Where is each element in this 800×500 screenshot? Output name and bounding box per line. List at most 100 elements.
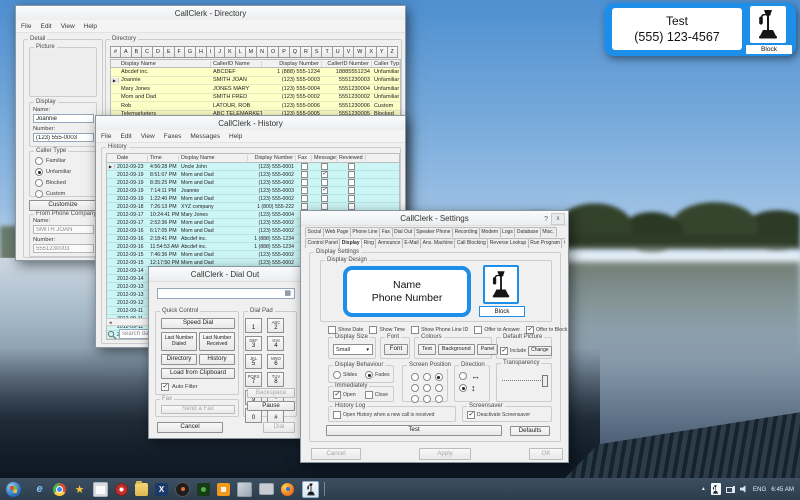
cell-reviewed[interactable] xyxy=(337,187,366,194)
clock[interactable]: 6:45 AM xyxy=(771,486,794,493)
last-number-dialed-button[interactable]: Last Number Dialed xyxy=(161,332,197,351)
cell-message[interactable] xyxy=(312,203,337,210)
taskbar-app-icon[interactable] xyxy=(73,483,86,496)
cell-fax[interactable] xyxy=(296,179,312,186)
taskbar-app-icon[interactable] xyxy=(155,483,168,496)
directory-row[interactable]: ▶ Joannie SMITH JOAN (123) 555-0003 5551… xyxy=(111,77,400,86)
directory-row[interactable]: Rob LATOUR, ROB (123) 555-0006 555123000… xyxy=(111,102,400,111)
taskbar-app-icon[interactable] xyxy=(217,483,230,496)
directory-row[interactable]: Mary Jones JONES MARY (123) 555-0004 555… xyxy=(111,85,400,94)
settings-tab[interactable]: Ans. Machine xyxy=(420,238,455,248)
directory-button[interactable]: Directory xyxy=(161,354,197,365)
option-checkbox[interactable]: Show Time xyxy=(369,326,405,334)
settings-tab[interactable]: Database xyxy=(514,227,540,237)
dialpad-key[interactable]: JKL 5 xyxy=(245,354,262,369)
cell-fax[interactable] xyxy=(296,171,312,178)
change-button[interactable]: Change xyxy=(528,346,552,356)
cell-message[interactable] xyxy=(312,171,337,178)
open-history-checkbox[interactable]: Open History when a new call is received xyxy=(333,411,434,419)
cell-fax[interactable] xyxy=(296,203,312,210)
settings-tab[interactable]: Outlook xyxy=(561,238,565,248)
taskbar-app-icon[interactable] xyxy=(115,483,128,496)
ok-button[interactable]: OK xyxy=(529,448,563,460)
caller-type-radio[interactable]: Blocked xyxy=(35,179,71,187)
menu-item[interactable]: Edit xyxy=(40,23,51,30)
message-checkbox[interactable] xyxy=(321,163,328,170)
history-row[interactable]: 2012-09-19 1:22:40 PM Mom and Dad (123) … xyxy=(107,195,399,203)
reviewed-checkbox[interactable] xyxy=(348,179,355,186)
col-display-number[interactable]: Display Number xyxy=(262,61,322,67)
directory-row[interactable]: Abcdef inc. ABCDEF 1 (888) 555-1234 1888… xyxy=(111,68,400,77)
settings-tab[interactable]: Logs xyxy=(500,227,516,237)
load-from-clipboard-button[interactable]: Load from Clipboard xyxy=(161,368,235,379)
screen-position-radio[interactable] xyxy=(411,384,419,392)
col-caller-type[interactable]: Caller Type xyxy=(372,61,400,67)
direction-radio[interactable]: ↕ xyxy=(459,384,480,392)
cell-reviewed[interactable] xyxy=(337,163,366,170)
menu-item[interactable]: File xyxy=(101,133,111,140)
direction-radio[interactable]: ↔ xyxy=(459,372,480,380)
screen-position-radio[interactable] xyxy=(435,395,443,403)
screen-position-radio[interactable] xyxy=(423,373,431,381)
taskbar-app-icon[interactable] xyxy=(33,483,46,496)
settings-tab[interactable]: Web Page xyxy=(323,227,351,237)
display-name-input[interactable] xyxy=(33,114,94,123)
reviewed-checkbox[interactable] xyxy=(348,171,355,178)
cell-message[interactable] xyxy=(312,163,337,170)
transparency-slider-thumb[interactable] xyxy=(542,375,548,387)
dialpad-key[interactable]: 1 xyxy=(245,318,262,333)
message-checkbox[interactable] xyxy=(321,179,328,186)
cell-fax[interactable] xyxy=(296,163,312,170)
menu-item[interactable]: View xyxy=(141,133,155,140)
cell-fax[interactable] xyxy=(296,195,312,202)
dial-button[interactable]: Dial xyxy=(263,422,295,433)
colour-button[interactable]: Text xyxy=(418,344,436,355)
dialpad-key[interactable]: ABC 2 xyxy=(267,318,284,333)
fax-checkbox[interactable] xyxy=(301,163,308,170)
history-row[interactable]: ▶ 2012-09-23 4:56:28 PM Uncle John (123)… xyxy=(107,163,399,171)
dial-number-input[interactable] xyxy=(157,288,295,299)
settings-tab[interactable]: Social xyxy=(305,227,324,237)
col-date[interactable]: Date xyxy=(115,155,148,161)
menu-item[interactable]: Messages xyxy=(190,133,220,140)
network-icon[interactable] xyxy=(726,485,735,494)
dialpad-key[interactable]: PQRS 7 xyxy=(245,372,262,387)
taskbar-app-icon[interactable] xyxy=(197,483,210,496)
cell-message[interactable] xyxy=(312,187,337,194)
fax-checkbox[interactable] xyxy=(301,195,308,202)
behaviour-radio[interactable]: Slides xyxy=(333,371,357,379)
col-reviewed[interactable]: Reviewed xyxy=(337,155,366,161)
menu-item[interactable]: Help xyxy=(84,23,97,30)
settings-tab[interactable]: Reverse Lookup xyxy=(487,238,528,248)
cell-reviewed[interactable] xyxy=(337,179,366,186)
option-checkbox[interactable]: Offer to Block xyxy=(526,326,567,334)
menu-item[interactable]: Edit xyxy=(120,133,131,140)
customize-button[interactable]: Customize xyxy=(29,200,97,211)
taskbar-app-icon[interactable] xyxy=(237,482,252,497)
caller-type-radio[interactable]: Custom xyxy=(35,190,71,198)
taskbar-app-icon[interactable] xyxy=(93,482,108,497)
message-checkbox[interactable] xyxy=(321,171,328,178)
col-fax[interactable]: Fax xyxy=(296,155,312,161)
caller-type-radio[interactable]: Familiar xyxy=(35,157,71,165)
reviewed-checkbox[interactable] xyxy=(348,187,355,194)
taskbar-app-icon[interactable] xyxy=(175,482,190,497)
cell-reviewed[interactable] xyxy=(337,203,366,210)
directory-titlebar[interactable]: CallClerk - Directory xyxy=(16,6,405,21)
close-checkbox[interactable]: Close xyxy=(365,391,388,399)
settings-tab[interactable]: Ring xyxy=(361,238,376,248)
option-checkbox[interactable]: Show Date xyxy=(328,326,363,334)
speed-dial-button[interactable]: Speed Dial xyxy=(161,318,235,329)
backspace-button[interactable]: Backspace xyxy=(247,388,295,398)
history-row[interactable]: 2012-09-19 8:51:07 PM Mom and Dad (123) … xyxy=(107,171,399,179)
language-indicator[interactable]: ENG xyxy=(753,486,766,493)
cell-message[interactable] xyxy=(312,179,337,186)
cell-fax[interactable] xyxy=(296,187,312,194)
keypad-icon[interactable]: ▦ xyxy=(284,290,291,297)
cell-reviewed[interactable] xyxy=(337,195,366,202)
history-row[interactable]: 2012-09-19 7:14:11 PM Joannie (123) 555-… xyxy=(107,187,399,195)
menu-item[interactable]: File xyxy=(21,23,31,30)
display-size-select[interactable]: Small ▼ xyxy=(333,344,373,355)
defaults-button[interactable]: Defaults xyxy=(510,426,550,436)
cell-message[interactable] xyxy=(312,195,337,202)
